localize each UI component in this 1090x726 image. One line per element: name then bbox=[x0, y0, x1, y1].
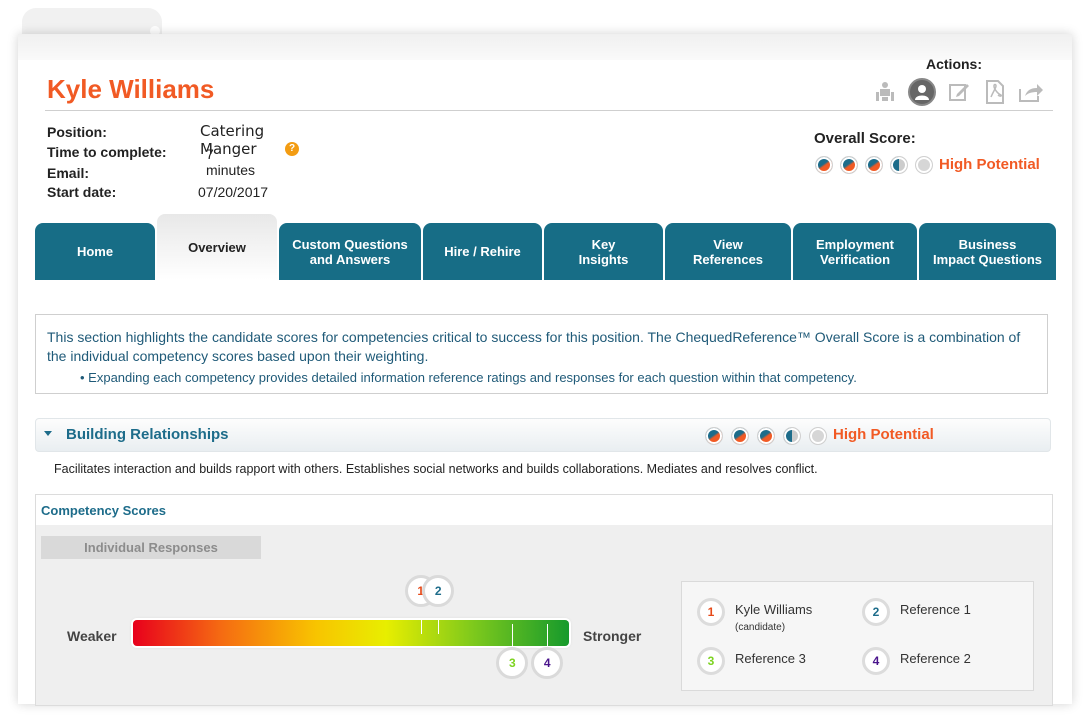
pdf-icon[interactable] bbox=[982, 79, 1008, 105]
intro-text: This section highlights the candidate sc… bbox=[47, 329, 1021, 364]
score-badge-empty-icon bbox=[809, 427, 827, 445]
intro-bullet: • Expanding each competency provides det… bbox=[80, 370, 857, 385]
score-legend: 1 Kyle Williams (candidate) 2 Reference 1… bbox=[681, 581, 1034, 691]
tab-label: Home bbox=[76, 244, 114, 259]
tab-bar: Home Overview Custom Questions and Answer… bbox=[35, 214, 1056, 280]
legend-name: Reference 2 bbox=[900, 651, 971, 666]
tab-label: Overview bbox=[188, 239, 246, 255]
legend-marker: 3 bbox=[697, 647, 725, 675]
overall-score-badges bbox=[815, 156, 933, 174]
overall-rating: High Potential bbox=[939, 156, 1040, 173]
score-marker-pin[interactable]: 2 bbox=[422, 575, 455, 607]
tab-key-insights[interactable]: Key Insights bbox=[544, 223, 663, 280]
legend-item: 2 Reference 1 bbox=[862, 598, 971, 626]
score-gradient-bar bbox=[133, 620, 569, 646]
weaker-label: Weaker bbox=[67, 628, 117, 644]
tab-label: Employment Verification bbox=[815, 236, 894, 267]
competency-header[interactable]: Building Relationships High Potential bbox=[35, 418, 1051, 452]
legend-name: Reference 3 bbox=[735, 651, 806, 666]
score-badge-icon bbox=[705, 427, 723, 445]
expand-caret-icon[interactable] bbox=[44, 431, 52, 436]
legend-name: Kyle Williams bbox=[735, 602, 813, 617]
competency-scores-title: Competency Scores bbox=[41, 503, 166, 518]
score-badge-half-icon bbox=[783, 427, 801, 445]
score-marker-pin[interactable]: 4 bbox=[531, 647, 564, 679]
tab-business-impact[interactable]: Business Impact Questions bbox=[919, 223, 1056, 280]
user-profile-icon[interactable] bbox=[908, 78, 936, 106]
score-badge-icon bbox=[731, 427, 749, 445]
time-value: 7 minutes bbox=[206, 146, 256, 178]
competency-rating: High Potential bbox=[833, 426, 934, 443]
score-badge-icon bbox=[815, 156, 833, 174]
legend-marker: 1 bbox=[697, 598, 725, 626]
legend-item: 3 Reference 3 bbox=[697, 647, 806, 675]
competency-score-badges bbox=[705, 427, 827, 445]
competency-scores-body: Individual Responses Weaker Stronger 1 2 3… bbox=[36, 525, 1052, 705]
competency-description: Facilitates interaction and builds rappo… bbox=[54, 462, 818, 476]
tab-overview[interactable]: Overview bbox=[157, 214, 277, 280]
interview-icon[interactable] bbox=[872, 79, 898, 105]
panel-header-strip bbox=[18, 34, 1072, 60]
score-marker-pin[interactable]: 3 bbox=[496, 647, 529, 679]
individual-responses-button[interactable]: Individual Responses bbox=[41, 536, 261, 559]
tab-label: Custom Questions and Answers bbox=[292, 236, 408, 267]
tab-hire-rehire[interactable]: Hire / Rehire bbox=[423, 223, 542, 280]
actions-label: Actions: bbox=[926, 56, 982, 72]
time-label: Time to complete: bbox=[47, 144, 167, 160]
action-toolbar bbox=[872, 78, 1044, 106]
legend-marker: 2 bbox=[862, 598, 890, 626]
stronger-label: Stronger bbox=[583, 628, 642, 644]
score-badge-icon bbox=[840, 156, 858, 174]
score-marker-tick bbox=[420, 620, 422, 634]
competency-title[interactable]: Building Relationships bbox=[66, 426, 229, 443]
competency-scores-panel: Competency Scores Individual Responses W… bbox=[35, 494, 1053, 706]
tab-label: Hire / Rehire bbox=[444, 244, 521, 259]
legend-name: Reference 1 bbox=[900, 602, 971, 617]
legend-item: 1 Kyle Williams (candidate) bbox=[697, 598, 813, 633]
score-marker-tick bbox=[512, 624, 514, 646]
header-divider bbox=[45, 110, 1053, 111]
edit-icon[interactable] bbox=[946, 79, 972, 105]
email-label: Email: bbox=[47, 165, 90, 181]
report-panel: Kyle Williams Actions: Position: Caterin… bbox=[18, 34, 1072, 706]
tab-label: Business Impact Questions bbox=[932, 236, 1043, 267]
start-date-value: 07/20/2017 bbox=[198, 184, 269, 200]
start-date-label: Start date: bbox=[47, 184, 117, 200]
tab-label: View References bbox=[692, 236, 764, 267]
tab-label: Key Insights bbox=[578, 236, 629, 267]
share-icon[interactable] bbox=[1018, 79, 1044, 105]
candidate-name: Kyle Williams bbox=[47, 74, 215, 104]
position-label: Position: bbox=[47, 124, 107, 140]
help-icon[interactable]: ? bbox=[285, 142, 299, 156]
overall-score-label: Overall Score: bbox=[814, 130, 916, 147]
legend-item: 4 Reference 2 bbox=[862, 647, 971, 675]
tab-home[interactable]: Home bbox=[35, 223, 155, 280]
legend-sub: (candidate) bbox=[735, 622, 786, 633]
section-intro: This section highlights the candidate sc… bbox=[35, 314, 1048, 394]
score-marker-tick bbox=[547, 624, 549, 646]
score-marker-tick bbox=[438, 620, 440, 634]
score-badge-empty-icon bbox=[915, 156, 933, 174]
score-badge-icon bbox=[757, 427, 775, 445]
tab-custom-questions[interactable]: Custom Questions and Answers bbox=[279, 223, 421, 280]
legend-marker: 4 bbox=[862, 647, 890, 675]
score-badge-icon bbox=[865, 156, 883, 174]
tab-employment-verification[interactable]: Employment Verification bbox=[793, 223, 917, 280]
score-badge-half-icon bbox=[890, 156, 908, 174]
tab-view-references[interactable]: View References bbox=[665, 223, 791, 280]
